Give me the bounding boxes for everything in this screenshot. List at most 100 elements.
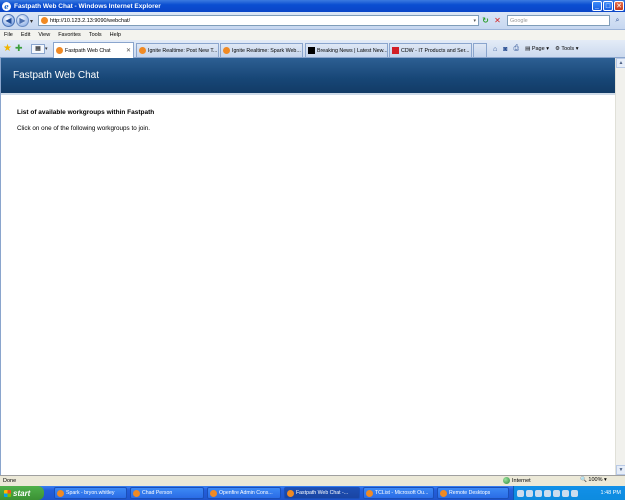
taskbar-item-label: Spark - bryon.whitley bbox=[66, 490, 115, 496]
start-label: start bbox=[13, 488, 31, 498]
close-window-button[interactable]: ✕ bbox=[614, 1, 624, 11]
home-icon[interactable]: ⌂ bbox=[493, 46, 497, 53]
back-button[interactable]: ◀ bbox=[2, 14, 15, 27]
tab-favicon-icon bbox=[223, 47, 230, 54]
feeds-icon[interactable]: ◙ bbox=[503, 46, 507, 53]
tab-favicon-icon bbox=[139, 47, 146, 54]
taskbar-item-label: Openfire Admin Cons... bbox=[219, 490, 273, 496]
search-placeholder: Google bbox=[510, 17, 528, 24]
tray-shield-icon[interactable] bbox=[526, 489, 533, 497]
menu-favorites[interactable]: Favorites bbox=[54, 32, 85, 38]
zoom-level[interactable]: 🔍 100% ▾ bbox=[580, 477, 607, 483]
status-bar: Done Internet 🔍 100% ▾ bbox=[0, 475, 625, 486]
refresh-icon[interactable]: ↻ bbox=[481, 15, 490, 26]
recent-pages-dropdown-icon[interactable]: ▾ bbox=[30, 18, 33, 25]
tray-volume-icon[interactable] bbox=[553, 489, 560, 497]
quick-tabs-icon[interactable]: ▦ bbox=[31, 44, 45, 54]
menu-help[interactable]: Help bbox=[106, 32, 125, 38]
taskbar-item-tclist[interactable]: TCList - Microsoft Ou... bbox=[363, 487, 434, 499]
tray-app-icon[interactable] bbox=[535, 489, 542, 497]
address-toolbar: ◀ ▶ ▾ http://10.123.2.13:9090/webchat/ ▾… bbox=[0, 12, 625, 30]
scroll-down-icon[interactable]: ▼ bbox=[616, 465, 625, 475]
tab-favicon-icon bbox=[308, 47, 315, 54]
scroll-up-icon[interactable]: ▲ bbox=[616, 58, 625, 68]
start-button[interactable]: start bbox=[0, 486, 44, 500]
menu-edit[interactable]: Edit bbox=[17, 32, 34, 38]
stop-icon[interactable]: ✕ bbox=[493, 15, 502, 26]
menu-tools[interactable]: Tools bbox=[85, 32, 106, 38]
search-icon[interactable]: ⌕ bbox=[612, 15, 623, 26]
header-divider bbox=[1, 93, 616, 95]
menu-view[interactable]: View bbox=[34, 32, 54, 38]
address-input[interactable]: http://10.123.2.13:9090/webchat/ ▾ bbox=[38, 15, 479, 26]
tray-update-icon[interactable] bbox=[562, 489, 569, 497]
forward-button[interactable]: ▶ bbox=[16, 14, 29, 27]
page-header-title: Fastpath Web Chat bbox=[13, 70, 99, 81]
tools-menu-label: Tools bbox=[561, 46, 575, 52]
system-tray: 1:48 PM bbox=[513, 486, 625, 500]
taskbar: start Spark - bryon.whitley Chad Person … bbox=[0, 486, 625, 500]
tab-label: Fastpath Web Chat bbox=[65, 47, 111, 54]
page-heading: List of available workgroups within Fast… bbox=[17, 109, 155, 116]
zone-label: Internet bbox=[512, 477, 531, 484]
address-url: http://10.123.2.13:9090/webchat/ bbox=[50, 17, 131, 24]
tab-ignite-post[interactable]: Ignite Realtime: Post New T... bbox=[136, 43, 219, 57]
taskbar-item-label: Fastpath Web Chat -... bbox=[296, 490, 349, 496]
taskbar-item-fastpath[interactable]: Fastpath Web Chat -... bbox=[284, 487, 360, 499]
tray-chat-icon[interactable] bbox=[544, 489, 551, 497]
remote-desktop-icon bbox=[440, 489, 447, 497]
zoom-value: 100% bbox=[588, 477, 603, 483]
windows-flag-icon bbox=[4, 489, 11, 497]
browser-icon bbox=[287, 489, 294, 497]
window-title: Fastpath Web Chat - Windows Internet Exp… bbox=[14, 2, 161, 10]
new-tab-button[interactable] bbox=[473, 43, 487, 57]
taskbar-item-label: TCList - Microsoft Ou... bbox=[375, 490, 429, 496]
browser-icon bbox=[210, 489, 217, 497]
taskbar-item-spark[interactable]: Spark - bryon.whitley bbox=[54, 487, 127, 499]
taskbar-item-openfire[interactable]: Openfire Admin Cons... bbox=[207, 487, 281, 499]
tab-label: Ignite Realtime: Post New T... bbox=[148, 47, 218, 54]
tab-ignite-spark[interactable]: Ignite Realtime: Spark Web... bbox=[220, 43, 303, 57]
tab-label: Ignite Realtime: Spark Web... bbox=[232, 47, 301, 54]
tab-fastpath-web-chat[interactable]: Fastpath Web Chat ✕ bbox=[53, 42, 134, 58]
search-input[interactable]: Google bbox=[507, 15, 610, 26]
page-menu-label: Page bbox=[531, 46, 545, 52]
address-dropdown-icon[interactable]: ▾ bbox=[473, 18, 476, 24]
minimize-button[interactable]: _ bbox=[592, 1, 602, 11]
favorites-star-icon[interactable]: ★ bbox=[3, 43, 12, 54]
tab-label: CDW - IT Products and Ser... bbox=[401, 47, 470, 54]
tab-favicon-icon bbox=[56, 47, 63, 54]
clock[interactable]: 1:48 PM bbox=[601, 490, 621, 496]
chat-icon bbox=[133, 489, 140, 497]
tab-breaking-news[interactable]: Breaking News | Latest New... bbox=[305, 43, 388, 57]
taskbar-item-label: Remote Desktops bbox=[449, 490, 491, 496]
tab-bar: ★ ✚ ▦ ▾ Fastpath Web Chat ✕ Ignite Realt… bbox=[0, 40, 625, 58]
print-icon[interactable]: ⎙ bbox=[513, 45, 519, 53]
globe-icon bbox=[503, 477, 510, 484]
tab-label: Breaking News | Latest New... bbox=[317, 47, 388, 54]
window-title-bar: e Fastpath Web Chat - Windows Internet E… bbox=[0, 0, 625, 12]
tray-network-icon[interactable] bbox=[517, 489, 524, 497]
tools-menu[interactable]: ⚙ Tools ▾ bbox=[555, 46, 579, 52]
ie-logo-icon: e bbox=[2, 1, 11, 11]
zoom-icon: 🔍 bbox=[580, 477, 587, 483]
tab-cdw[interactable]: CDW - IT Products and Ser... bbox=[389, 43, 472, 57]
page-content: Fastpath Web Chat List of available work… bbox=[0, 58, 625, 475]
tray-misc-icon[interactable] bbox=[571, 489, 578, 497]
page-favicon-icon bbox=[41, 17, 48, 24]
close-tab-icon[interactable]: ✕ bbox=[123, 47, 131, 54]
security-zone[interactable]: Internet bbox=[503, 477, 531, 484]
tab-favicon-icon bbox=[392, 47, 399, 54]
page-header: Fastpath Web Chat bbox=[1, 58, 616, 93]
vertical-scrollbar[interactable]: ▲ ▼ bbox=[615, 58, 625, 475]
menu-bar: File Edit View Favorites Tools Help bbox=[0, 30, 625, 40]
taskbar-item-chad-person[interactable]: Chad Person bbox=[130, 487, 204, 499]
add-favorites-icon[interactable]: ✚ bbox=[15, 43, 23, 54]
spark-icon bbox=[57, 489, 64, 497]
maximize-button[interactable]: □ bbox=[603, 1, 613, 11]
page-instruction: Click on one of the following workgroups… bbox=[17, 125, 151, 132]
tab-list-dropdown-icon[interactable]: ▾ bbox=[45, 44, 50, 54]
page-menu[interactable]: ▤ Page ▾ bbox=[525, 46, 549, 52]
taskbar-item-remote-desktops[interactable]: Remote Desktops bbox=[437, 487, 509, 499]
menu-file[interactable]: File bbox=[0, 32, 17, 38]
